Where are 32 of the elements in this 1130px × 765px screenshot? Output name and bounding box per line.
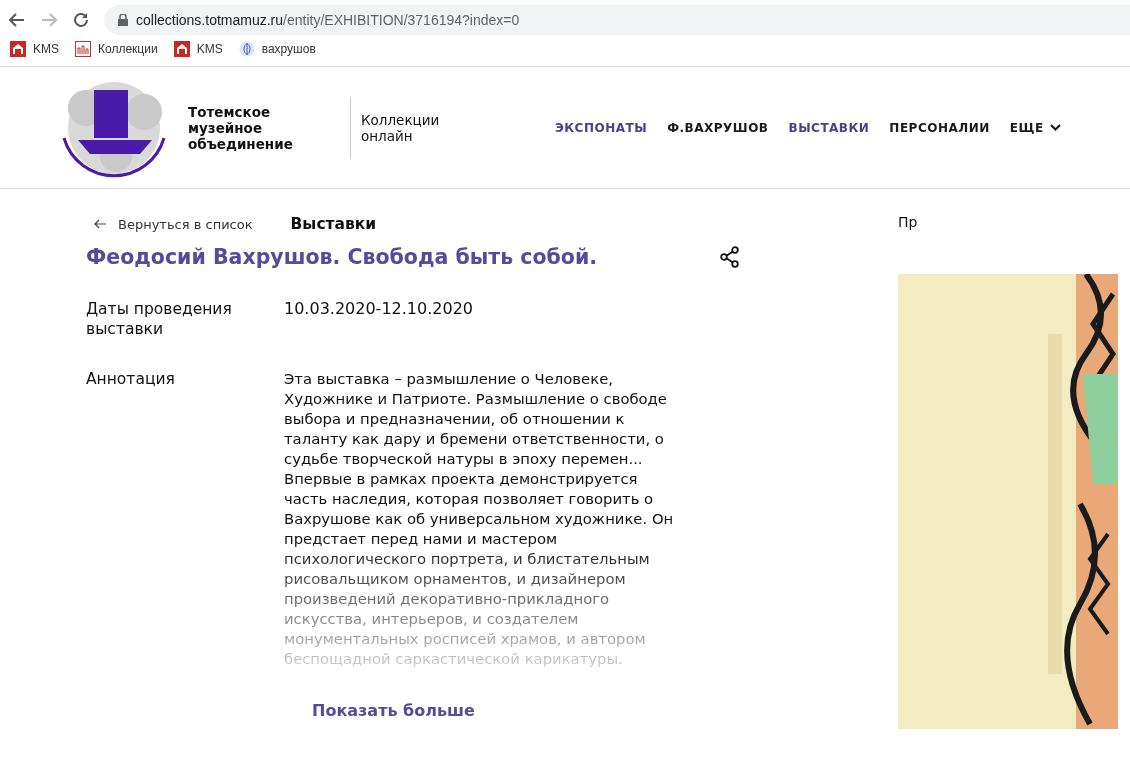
site-tagline: Коллекции онлайн	[361, 111, 441, 144]
chevron-down-icon	[1049, 124, 1061, 131]
museum-icon	[173, 41, 190, 57]
nav-link[interactable]: ПЕРСОНАЛИИ	[889, 120, 990, 135]
globe-icon	[238, 41, 255, 57]
show-more-link[interactable]: Показать больше	[312, 701, 898, 720]
building-icon	[75, 41, 91, 57]
nav-link[interactable]: Ф.ВАХРУШОВ	[667, 120, 769, 135]
back-icon[interactable]	[8, 11, 26, 29]
cut-text: Пр	[898, 214, 918, 230]
back-link[interactable]: Вернуться в список	[94, 216, 253, 232]
bookmark[interactable]: KMS	[10, 41, 59, 57]
nav-link[interactable]: ЕЩЕ	[1009, 120, 1061, 135]
field-label: Аннотация	[86, 369, 176, 390]
reload-icon[interactable]	[72, 11, 90, 29]
arrow-left-icon	[94, 219, 106, 229]
exhibition-title: Феодосий Вахрушов. Свобода быть собой.	[86, 245, 598, 269]
annotation-text: Впервые в рамках проекта демонстрируется часть наследия, которая позволяет говорить о Вахрушове как об универсальном художнике. Он предстает перед нами и мастером психологического портрета, и блистательным рисовальщиком орнаментов, и дизайнером произведений декоративно-прикладного искусства, интерьеров, и создателем монументальных росписей храмов, и автором беспощадной саркастической карикатуры.	[284, 469, 675, 669]
field-value: 10.03.2020-12.10.2020	[284, 299, 473, 320]
nav-link[interactable]: ЭКСПОНАТЫ	[555, 120, 648, 135]
section-title: Выставки	[290, 215, 377, 233]
annotation-text: Эта выставка – размышление о Человеке, Художнике и Патриоте. Размышление о свободе выбора и предназначении, об отношении к таланту как дару и бремени ответственности, о судьбе творческой натуры в эпоху перемен...	[284, 369, 668, 469]
lock-icon	[118, 14, 128, 26]
nav-link[interactable]: ВЫСТАВКИ	[788, 120, 870, 135]
org-name: Тотемское музейное объединение	[188, 103, 294, 152]
address-field[interactable]: collections.totmamuz.ru/entity/EXHIBITION/3716194?index=0	[104, 5, 1130, 35]
bookmark[interactable]: KMS	[173, 41, 223, 57]
bookmark[interactable]: Коллекции	[75, 41, 158, 57]
share-icon[interactable]	[720, 246, 740, 268]
field-label: Даты проведения выставки	[86, 299, 233, 339]
museum-icon	[10, 41, 26, 57]
bookmark[interactable]: вахрушов	[238, 41, 316, 57]
